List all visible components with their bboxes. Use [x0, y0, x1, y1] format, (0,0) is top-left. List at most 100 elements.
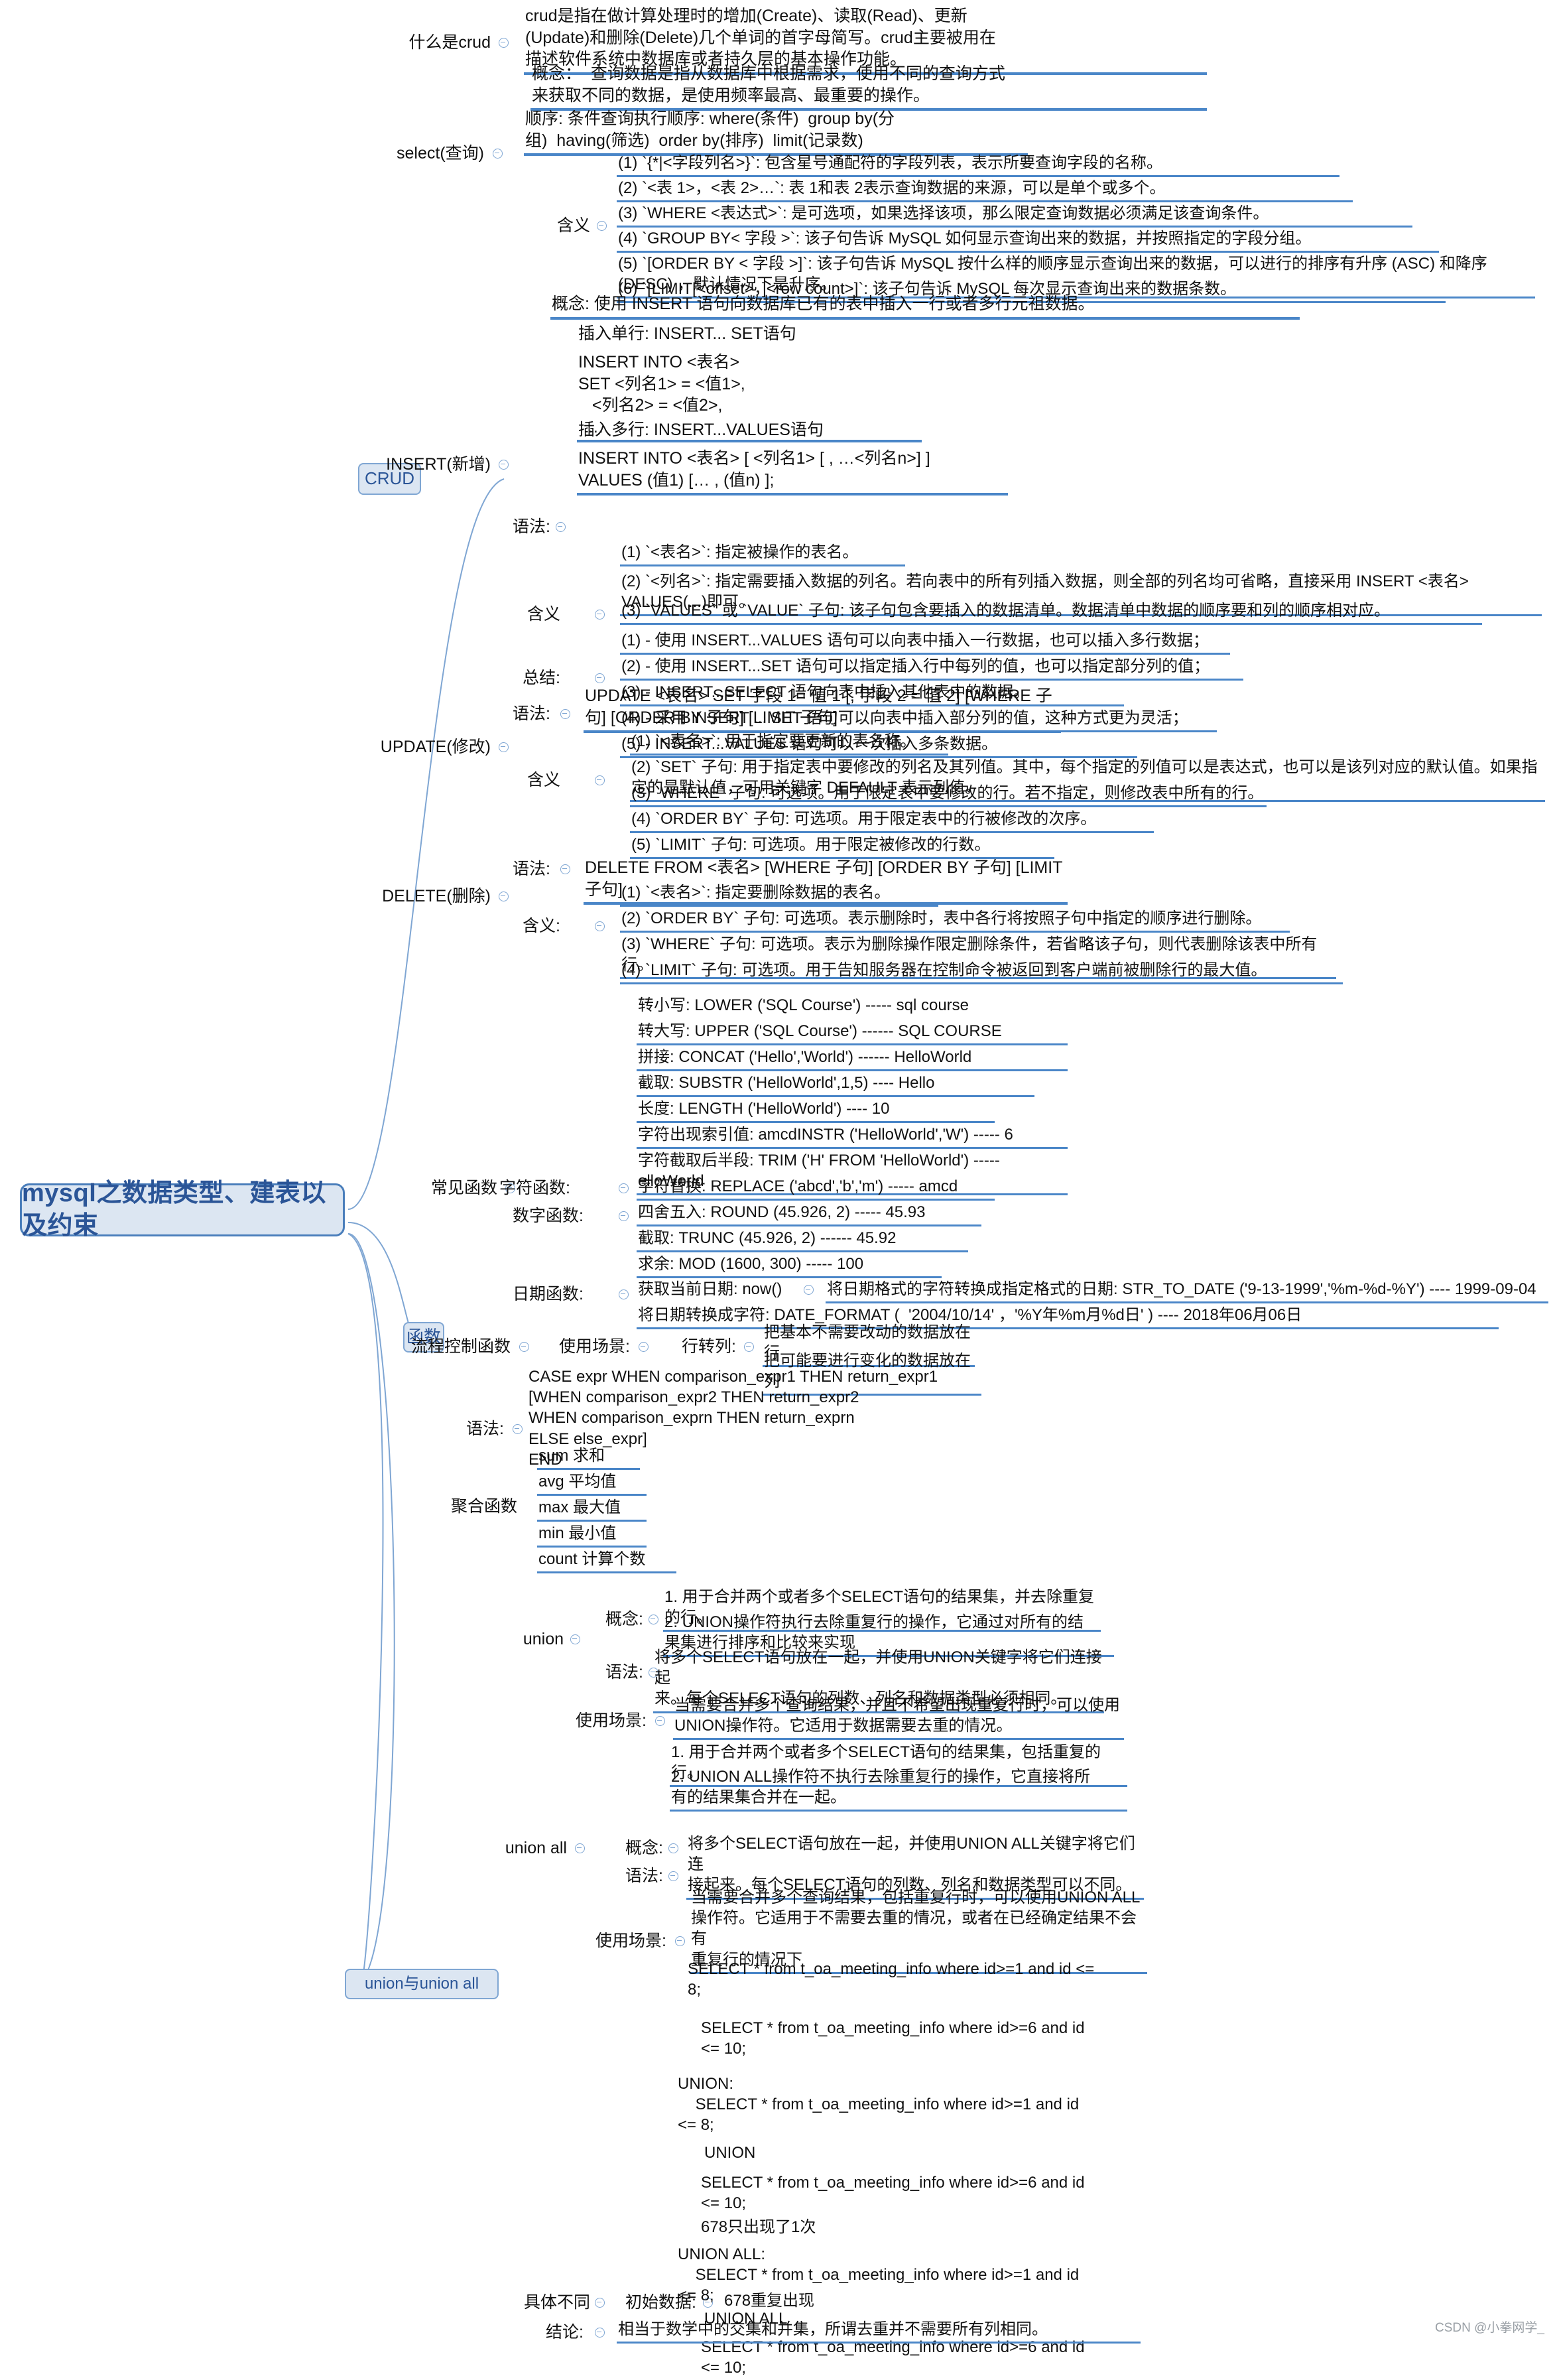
node-agg-func-label[interactable]: 聚合函数	[411, 1496, 517, 1518]
node-insert-meaning-1[interactable]: (1) `<表名>`: 指定被操作的表名。	[620, 542, 905, 567]
node-insert-label[interactable]: INSERT(新增)	[345, 454, 491, 476]
node-delete-meaning-label[interactable]: 含义:	[491, 915, 560, 937]
node-agg-4[interactable]: min 最小值	[537, 1523, 647, 1548]
node-conclusion[interactable]: 相当于数学中的交集和并集，所谓去重并不需要所有列相同。	[617, 2319, 1141, 2344]
toggle-update-syntax[interactable]	[560, 709, 570, 719]
toggle-num-func[interactable]	[619, 1211, 629, 1221]
node-agg-3[interactable]: max 最大值	[537, 1497, 647, 1522]
node-insert-syntax-label[interactable]: 语法:	[484, 516, 550, 538]
toggle-union-concept[interactable]	[649, 1615, 658, 1624]
toggle-flow-scene[interactable]	[639, 1342, 649, 1352]
node-insert-syntax-single-title[interactable]: 插入单行: INSERT... SET语句	[577, 323, 922, 347]
node-char-func-6[interactable]: 字符出现索引值: amcdINSTR ('HelloWorld','W') --…	[637, 1124, 1068, 1150]
node-delete-meaning-4[interactable]: (4) `LIMIT` 子句: 可选项。用于告知服务器在控制命令被返回到客户端前…	[620, 960, 1343, 985]
node-agg-5[interactable]: count 计算个数	[537, 1549, 676, 1574]
node-unionall-concept-label[interactable]: 概念:	[577, 1837, 663, 1859]
toggle-union[interactable]	[570, 1634, 580, 1644]
toggle-unionall-syntax[interactable]	[668, 1871, 678, 1881]
node-select-meaning-3[interactable]: (3) `WHERE <表达式>`: 是可选项，如果选择该项，那么限定查询数据必…	[617, 203, 1412, 228]
node-code-block-2[interactable]: SELECT * from t_oa_meeting_info where id…	[700, 2018, 1111, 2061]
node-select-order[interactable]: 顺序: 条件查询执行顺序: where(条件) group by(分 组) ha…	[524, 108, 1028, 156]
toggle-update[interactable]	[499, 742, 509, 752]
toggle-unionall-concept[interactable]	[668, 1843, 678, 1853]
node-char-func-3[interactable]: 拼接: CONCAT ('Hello','World') ------ Hell…	[637, 1047, 1068, 1072]
node-unionall-syntax-label[interactable]: 语法:	[577, 1865, 663, 1887]
node-update-meaning-1[interactable]: (1) `<表名>`: 用于指定要更新的表名称。	[630, 731, 948, 756]
node-num-func-label[interactable]: 数字函数:	[464, 1205, 584, 1227]
node-union-label[interactable]: union	[491, 1628, 564, 1650]
node-update-syntax-label[interactable]: 语法:	[481, 703, 550, 725]
node-char-func-8[interactable]: 字符替换: REPLACE ('abcd','b','m') ----- amc…	[637, 1176, 995, 1201]
toggle-date-func[interactable]	[619, 1289, 629, 1299]
node-union-concept-label[interactable]: 概念:	[557, 1609, 643, 1630]
node-select-concept[interactable]: 概念： 查询数据是指从数据库中根据需求，使用不同的查询方式 来获取不同的数据，是…	[530, 63, 1207, 111]
node-code-block-5[interactable]: SELECT * from t_oa_meeting_info where id…	[700, 2172, 1124, 2215]
node-union-syntax-label[interactable]: 语法:	[557, 1662, 643, 1684]
node-num-func-3[interactable]: 求余: MOD (1600, 300) ----- 100	[637, 1254, 942, 1279]
node-update-meaning-3[interactable]: (3) `WHERE` 子句: 可选项。用于限定表中要修改的行。若不指定，则修改…	[630, 783, 1267, 808]
toggle-delete-syntax[interactable]	[560, 864, 570, 874]
node-delete-meaning-2[interactable]: (2) `ORDER BY` 子句: 可选项。表示删除时，表中各行将按照子句中指…	[620, 908, 1290, 933]
toggle-delete[interactable]	[499, 892, 509, 901]
toggle-insert[interactable]	[499, 460, 509, 470]
node-date-now[interactable]: 获取当前日期: now()	[637, 1279, 802, 1301]
toggle-flow-syntax[interactable]	[513, 1424, 523, 1434]
toggle-char-func[interactable]	[619, 1183, 629, 1193]
node-agg-2[interactable]: avg 平均值	[537, 1471, 647, 1496]
branch-union[interactable]: union与union all	[345, 1969, 499, 1999]
node-char-func-4[interactable]: 截取: SUBSTR ('HelloWorld',1,5) ---- Hello	[637, 1073, 1034, 1098]
node-char-func-1[interactable]: 转小写: LOWER ('SQL Course') ----- sql cour…	[637, 995, 1048, 1018]
node-diff-label[interactable]: 具体不同	[491, 2292, 590, 2314]
node-insert-syntax-multi-title[interactable]: 插入多行: INSERT...VALUES语句	[577, 419, 922, 443]
node-char-func-5[interactable]: 长度: LENGTH ('HelloWorld') ---- 10	[637, 1098, 995, 1124]
node-code-block-4[interactable]: UNION	[703, 2143, 875, 2165]
node-num-func-1[interactable]: 四舍五入: ROUND (45.926, 2) ----- 45.93	[637, 1202, 981, 1227]
node-code-block-3[interactable]: UNION: SELECT * from t_oa_meeting_info w…	[676, 2074, 1101, 2138]
toggle-insert-meaning[interactable]	[595, 610, 605, 620]
node-select-meaning-label[interactable]: 含义	[524, 215, 590, 237]
node-insert-syntax-multi-code[interactable]: INSERT INTO <表名> [ <列名1> [ , …<列名n>] ] V…	[577, 448, 1008, 496]
node-select-label[interactable]: select(查询)	[358, 143, 484, 165]
node-code-block-6[interactable]: 678只出现了1次	[700, 2217, 912, 2239]
node-select-meaning-1[interactable]: (1) `{*|<字段列名>}`: 包含星号通配符的字段列表，表示所要查询字段的…	[617, 153, 1339, 178]
node-code-block-7[interactable]: UNION ALL: SELECT * from t_oa_meeting_in…	[676, 2244, 1101, 2308]
toggle-row2col[interactable]	[744, 1342, 754, 1352]
node-flow-func-label[interactable]: 流程控制函数	[398, 1336, 511, 1358]
node-update-meaning-5[interactable]: (5) `LIMIT` 子句: 可选项。用于限定被修改的行数。	[630, 834, 1054, 860]
node-union-scene-label[interactable]: 使用场景:	[544, 1710, 647, 1732]
toggle-select[interactable]	[493, 149, 503, 159]
node-select-meaning-2[interactable]: (2) `<表 1>，<表 2>…`: 表 1和表 2表示查询数据的来源，可以是…	[617, 178, 1353, 203]
node-union-scene[interactable]: 当需要合并多个查询结果，并且不希望出现重复行时，可以使用 UNION操作符。它适…	[673, 1695, 1124, 1741]
node-insert-concept[interactable]: 概念: 使用 INSERT 语句向数据库已有的表中插入一行或者多行元祖数据。	[550, 293, 1300, 320]
node-update-meaning-4[interactable]: (4) `ORDER BY` 子句: 可选项。用于限定表中的行被修改的次序。	[630, 809, 1154, 834]
node-flow-scene-label[interactable]: 使用场景:	[524, 1336, 630, 1358]
node-update-meaning-label[interactable]: 含义	[491, 769, 560, 791]
node-update-syntax[interactable]: UPDATE <表名> SET 字段 1= 值 1 [, 字段 2 = 值 2]…	[584, 685, 1061, 733]
node-insert-summary-2[interactable]: (2) - 使用 INSERT...SET 语句可以指定插入行中每列的值，也可以…	[620, 656, 1243, 681]
node-delete-meaning-1[interactable]: (1) `<表名>`: 指定要删除数据的表名。	[620, 882, 938, 907]
toggle-insert-syntax[interactable]	[556, 522, 566, 532]
node-delete-syntax-label[interactable]: 语法:	[481, 858, 550, 880]
node-conclusion-label[interactable]: 结论:	[491, 2322, 584, 2344]
node-insert-summary-label[interactable]: 总结:	[491, 667, 560, 689]
node-code-block-1[interactable]: SELECT * from t_oa_meeting_info where id…	[686, 1959, 1097, 2002]
node-char-func-label[interactable]: 字符函数:	[464, 1177, 570, 1199]
node-unionall-label[interactable]: union all	[477, 1837, 567, 1859]
node-char-func-2[interactable]: 转大写: UPPER ('SQL Course') ------ SQL COU…	[637, 1021, 1068, 1046]
toggle-date-now[interactable]	[804, 1285, 814, 1295]
node-insert-meaning-3[interactable]: (3) `VALUES` 或 `VALUE` 子句: 该子句包含要插入的数据清单…	[620, 600, 1482, 626]
node-select-meaning-4[interactable]: (4) `GROUP BY< 字段 >`: 该子句告诉 MySQL 如何显示查询…	[617, 228, 1439, 253]
toggle-what-is-crud[interactable]	[499, 38, 509, 48]
node-unionall-concept-2[interactable]: 2. UNION ALL操作符不执行去除重复行的操作，它直接将所 有的结果集合并…	[670, 1766, 1127, 1812]
node-what-is-crud-label[interactable]: 什么是crud	[371, 32, 491, 54]
toggle-delete-meaning[interactable]	[595, 921, 605, 931]
node-unionall-scene-label[interactable]: 使用场景:	[564, 1930, 666, 1952]
node-update-label[interactable]: UPDATE(修改)	[332, 736, 491, 758]
node-num-func-2[interactable]: 截取: TRUNC (45.926, 2) ------ 45.92	[637, 1228, 968, 1253]
node-flow-syntax-label[interactable]: 语法:	[398, 1418, 504, 1440]
node-date-func-label[interactable]: 日期函数:	[464, 1284, 584, 1305]
node-agg-1[interactable]: sum 求和	[537, 1445, 640, 1471]
node-delete-label[interactable]: DELETE(删除)	[332, 886, 491, 907]
root-node[interactable]: mysql之数据类型、建表以及约束	[20, 1179, 345, 1240]
toggle-insert-summary[interactable]	[595, 673, 605, 683]
